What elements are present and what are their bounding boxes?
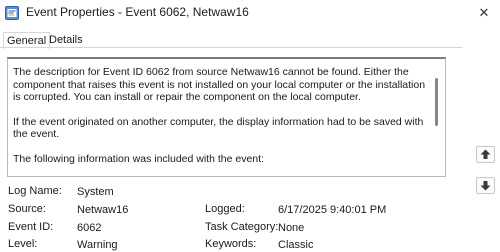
- log-name-value: System: [77, 186, 114, 198]
- source-value: Netwaw16: [77, 204, 129, 216]
- logged-value: 6/17/2025 9:40:01 PM: [278, 204, 387, 216]
- description-paragraph: The following information was included w…: [13, 152, 264, 165]
- description-paragraph: The description for Event ID 6062 from s…: [13, 66, 426, 103]
- task-category-value: None: [278, 222, 305, 234]
- close-button[interactable]: ✕: [468, 0, 500, 26]
- arrow-up-icon: [480, 149, 491, 159]
- close-icon[interactable]: ✕: [479, 5, 490, 20]
- level-value: Warning: [77, 239, 118, 251]
- description-paragraph: If the event originated on another compu…: [13, 115, 424, 141]
- keywords-value: Classic: [278, 239, 314, 251]
- event-description-text: The description for Event ID 6062 from s…: [13, 66, 428, 176]
- window-title: Event Properties - Event 6062, Netwaw16: [26, 5, 249, 19]
- arrow-down-icon: [480, 181, 491, 191]
- tab-strip: General Details: [0, 32, 500, 49]
- keywords-label: Keywords:: [205, 238, 257, 250]
- event-id-value: 6062: [77, 222, 102, 234]
- tab-details[interactable]: Details: [46, 32, 86, 48]
- source-label: Source:: [8, 203, 46, 215]
- event-id-label: Event ID:: [8, 221, 54, 233]
- next-event-button[interactable]: [476, 177, 495, 194]
- event-description-box[interactable]: The description for Event ID 6062 from s…: [7, 57, 446, 177]
- logged-label: Logged:: [205, 203, 245, 215]
- title-bar: Event Properties - Event 6062, Netwaw16 …: [0, 0, 500, 26]
- log-name-label: Log Name:: [8, 185, 62, 197]
- level-label: Level:: [8, 238, 38, 250]
- previous-event-button[interactable]: [476, 146, 495, 163]
- description-scrollbar[interactable]: [435, 78, 438, 126]
- tab-divider: [0, 47, 462, 48]
- task-category-label: Task Category:: [205, 221, 279, 233]
- event-viewer-icon: [5, 6, 19, 20]
